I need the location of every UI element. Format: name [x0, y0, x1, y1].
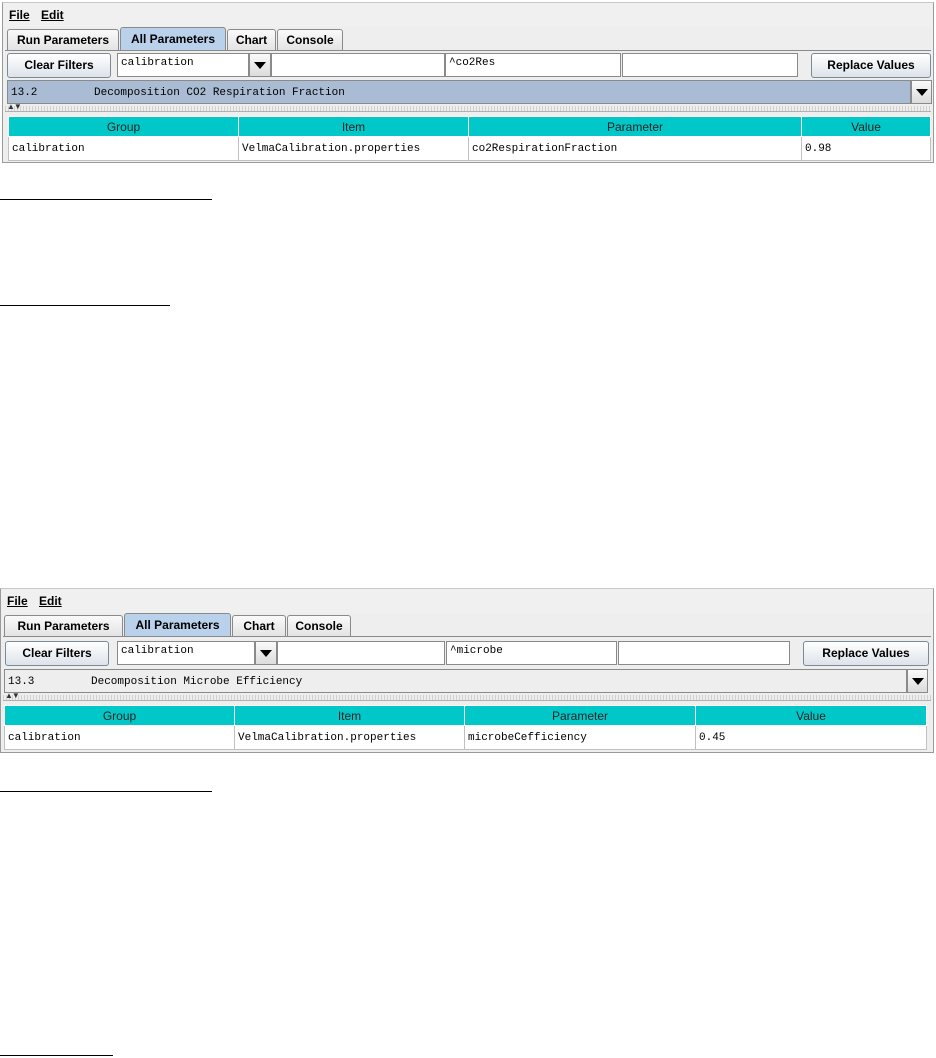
parameters-table: Group Item Parameter Value calibration V… [8, 116, 931, 161]
parameter-description: Decomposition CO2 Respiration Fraction [94, 87, 345, 99]
column-header-group[interactable]: Group [4, 705, 235, 726]
parameter-filter-field[interactable]: ^microbe [446, 641, 617, 665]
column-header-value[interactable]: Value [801, 116, 931, 137]
tab-bar: Run Parameters All Parameters Chart Cons… [3, 27, 933, 51]
cell-item[interactable]: VelmaCalibration.properties [238, 136, 469, 161]
table-row[interactable]: calibration VelmaCalibration.properties … [4, 725, 927, 750]
split-expand-arrows-icon[interactable]: ▲▼ [7, 103, 22, 111]
separator-line [0, 1055, 113, 1056]
column-header-group[interactable]: Group [8, 116, 239, 137]
tab-divider [3, 636, 931, 637]
tab-divider [5, 50, 931, 51]
cell-parameter[interactable]: co2RespirationFraction [468, 136, 802, 161]
cell-value[interactable]: 0.45 [695, 725, 927, 750]
tab-run-parameters[interactable]: Run Parameters [4, 615, 123, 637]
tab-bar: Run Parameters All Parameters Chart Cons… [1, 613, 933, 637]
table-header-row: Group Item Parameter Value [8, 116, 931, 137]
parameter-select-combo[interactable]: 13.3 Decomposition Microbe Efficiency [4, 669, 907, 693]
parameter-number: 13.2 [11, 87, 38, 99]
clear-filters-button[interactable]: Clear Filters [5, 641, 109, 666]
tab-all-parameters[interactable]: All Parameters [120, 27, 226, 51]
app-window-2: File Edit Run Parameters All Parameters … [0, 588, 934, 753]
tab-chart[interactable]: Chart [232, 615, 286, 637]
replace-values-button[interactable]: Replace Values [803, 641, 929, 666]
item-filter-field[interactable] [271, 53, 445, 77]
cell-group[interactable]: calibration [4, 725, 235, 750]
split-pane-divider[interactable]: ▲▼ [3, 692, 931, 701]
app-window-1: File Edit Run Parameters All Parameters … [2, 2, 934, 163]
cell-parameter[interactable]: microbeCefficiency [464, 725, 696, 750]
value-filter-field[interactable] [618, 641, 790, 665]
split-expand-arrows-icon[interactable]: ▲▼ [5, 692, 20, 700]
tab-all-parameters[interactable]: All Parameters [124, 613, 231, 637]
cell-value[interactable]: 0.98 [801, 136, 931, 161]
column-header-item[interactable]: Item [238, 116, 469, 137]
split-pane-divider[interactable]: ▲▼ [5, 103, 931, 112]
menu-file[interactable]: File [7, 594, 28, 608]
cell-item[interactable]: VelmaCalibration.properties [234, 725, 465, 750]
separator-line [0, 791, 212, 792]
group-filter-combo[interactable]: calibration [117, 53, 249, 77]
table-header-row: Group Item Parameter Value [4, 705, 927, 726]
replace-values-button[interactable]: Replace Values [811, 53, 931, 78]
value-filter-field[interactable] [622, 53, 798, 77]
tab-console[interactable]: Console [287, 615, 351, 637]
parameter-select-combo[interactable]: 13.2 Decomposition CO2 Respiration Fract… [7, 80, 911, 104]
tab-chart[interactable]: Chart [227, 29, 276, 51]
parameter-number: 13.3 [8, 676, 35, 688]
group-filter-dropdown-button[interactable] [249, 53, 271, 77]
column-header-parameter[interactable]: Parameter [468, 116, 802, 137]
parameter-select-dropdown-button[interactable] [911, 80, 932, 104]
menu-edit[interactable]: Edit [39, 594, 62, 608]
column-header-item[interactable]: Item [234, 705, 465, 726]
separator-line [0, 199, 212, 200]
parameters-table: Group Item Parameter Value calibration V… [4, 705, 927, 750]
separator-line [0, 305, 170, 306]
parameter-description: Decomposition Microbe Efficiency [91, 676, 303, 688]
clear-filters-button[interactable]: Clear Filters [7, 53, 111, 78]
chevron-down-icon [254, 62, 266, 69]
tab-console[interactable]: Console [277, 29, 343, 51]
group-filter-dropdown-button[interactable] [255, 641, 277, 665]
chevron-down-icon [911, 678, 924, 685]
item-filter-field[interactable] [277, 641, 445, 665]
parameter-filter-field[interactable]: ^co2Res [445, 53, 621, 77]
menu-edit[interactable]: Edit [41, 8, 64, 22]
menu-bar: File Edit [1, 589, 933, 613]
chevron-down-icon [260, 650, 272, 657]
menu-bar: File Edit [3, 3, 933, 27]
group-filter-combo[interactable]: calibration [117, 641, 255, 665]
chevron-down-icon [915, 89, 928, 96]
menu-file[interactable]: File [9, 8, 30, 22]
parameter-select-dropdown-button[interactable] [907, 669, 928, 693]
cell-group[interactable]: calibration [8, 136, 239, 161]
column-header-parameter[interactable]: Parameter [464, 705, 696, 726]
table-row[interactable]: calibration VelmaCalibration.properties … [8, 136, 931, 161]
tab-run-parameters[interactable]: Run Parameters [7, 29, 119, 51]
column-header-value[interactable]: Value [695, 705, 927, 726]
